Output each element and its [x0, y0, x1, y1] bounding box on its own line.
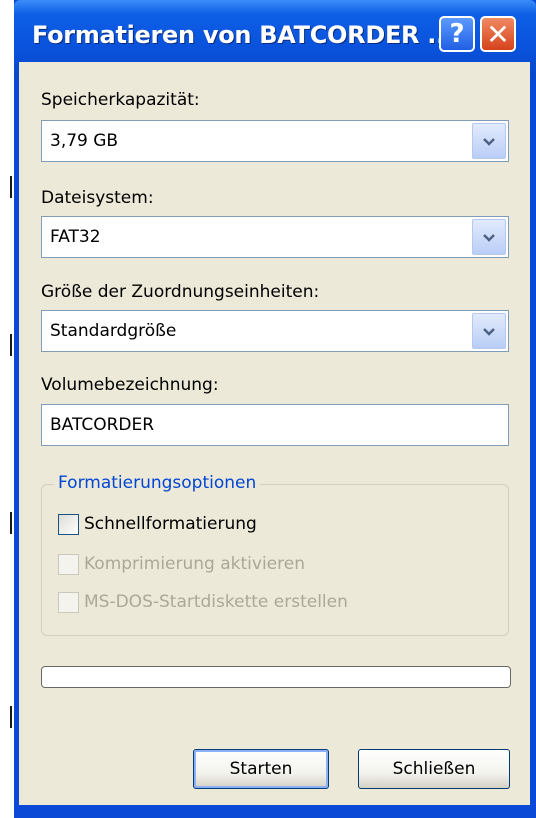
allocation-select[interactable]: Standardgröße: [41, 310, 509, 352]
format-progress-bar: [41, 666, 511, 688]
msdos-startup-option: MS-DOS-Startdiskette erstellen: [58, 589, 348, 615]
filesystem-value: FAT32: [50, 227, 101, 247]
volume-label-input[interactable]: [42, 405, 508, 445]
capacity-label: Speicherkapazität:: [41, 90, 200, 110]
window-title: Formatieren von BATCORDER ...: [32, 21, 454, 49]
allocation-dropdown-button[interactable]: [472, 313, 506, 349]
filesystem-dropdown-button[interactable]: [472, 219, 506, 255]
edge-mark: [10, 176, 12, 198]
start-button[interactable]: Starten: [193, 749, 329, 789]
format-dialog: Formatieren von BATCORDER ... ? ✕ Speich…: [14, 0, 536, 818]
close-button[interactable]: Schließen: [358, 749, 510, 789]
msdos-startup-label: MS-DOS-Startdiskette erstellen: [84, 592, 348, 612]
compression-option: Komprimierung aktivieren: [58, 551, 305, 577]
left-edge-strip: [0, 0, 14, 818]
edge-mark: [10, 706, 12, 728]
compression-label: Komprimierung aktivieren: [84, 554, 305, 574]
volume-label-caption: Volumebezeichnung:: [41, 375, 219, 395]
chevron-down-icon: [483, 138, 495, 146]
format-options-title: Formatierungsoptionen: [54, 473, 261, 493]
quick-format-option[interactable]: Schnellformatierung: [58, 511, 257, 537]
filesystem-label: Dateisystem:: [41, 188, 154, 208]
msdos-startup-checkbox: [58, 591, 79, 613]
allocation-label: Größe der Zuordnungseinheiten:: [41, 282, 320, 302]
capacity-value: 3,79 GB: [50, 131, 119, 151]
help-button[interactable]: ?: [439, 16, 475, 52]
dialog-body: Speicherkapazität: 3,79 GB Dateisystem: …: [19, 62, 530, 805]
chevron-down-icon: [483, 328, 495, 336]
volume-label-field[interactable]: [41, 404, 509, 446]
edge-mark: [10, 512, 12, 534]
allocation-value: Standardgröße: [50, 321, 177, 341]
compression-checkbox: [58, 553, 79, 575]
filesystem-select[interactable]: FAT32: [41, 216, 509, 258]
edge-mark: [10, 334, 12, 356]
capacity-select[interactable]: 3,79 GB: [41, 120, 509, 162]
quick-format-checkbox[interactable]: [58, 513, 79, 535]
quick-format-label[interactable]: Schnellformatierung: [84, 514, 257, 534]
close-icon: ✕: [486, 17, 510, 51]
close-window-button[interactable]: ✕: [480, 16, 516, 52]
question-mark-icon: ?: [449, 19, 465, 49]
capacity-dropdown-button[interactable]: [472, 123, 506, 159]
chevron-down-icon: [483, 234, 495, 242]
format-options-group: Formatierungsoptionen Schnellformatierun…: [41, 473, 509, 636]
